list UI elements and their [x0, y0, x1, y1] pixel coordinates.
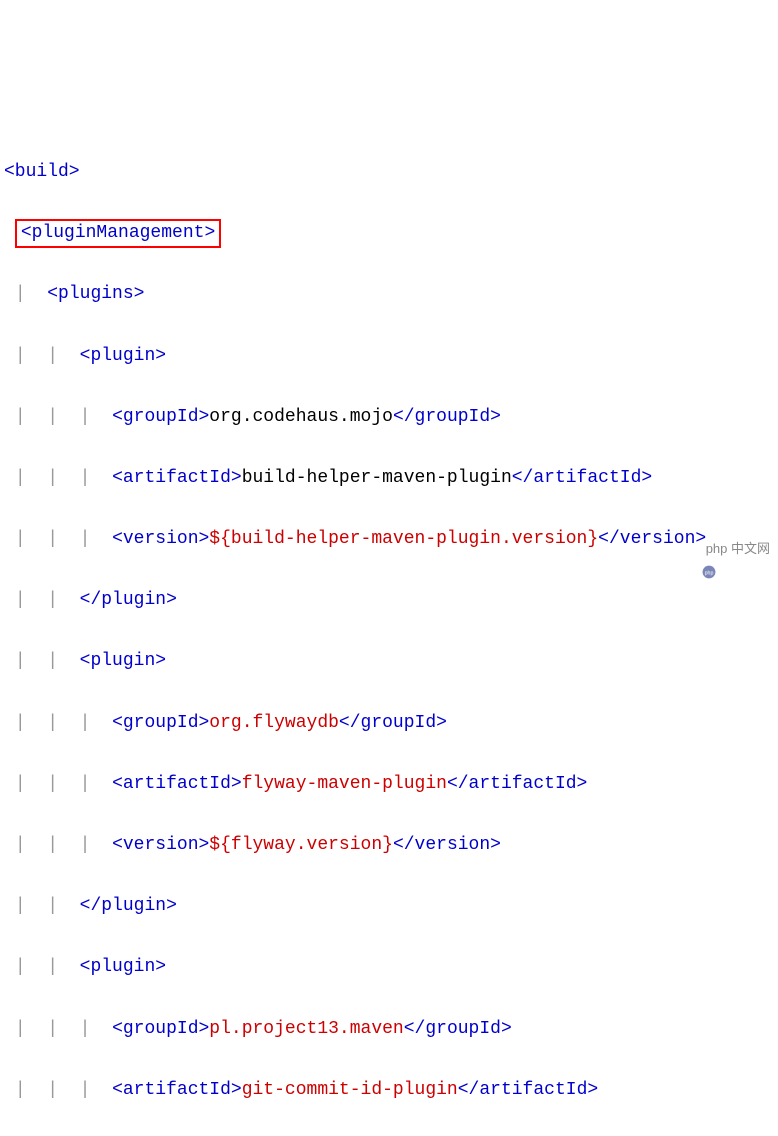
- line-plugins: | <plugins>: [4, 279, 774, 310]
- p2-version: ${flyway.version}: [209, 835, 393, 855]
- line-build-open: <build>: [4, 157, 774, 188]
- line-plugin2-close: | | </plugin>: [4, 891, 774, 922]
- line-p1-groupid: | | | <groupId>org.codehaus.mojo</groupI…: [4, 402, 774, 433]
- line-p1-version: | | | <version>${build-helper-maven-plug…: [4, 524, 774, 555]
- p2-artifactid: flyway-maven-plugin: [242, 774, 447, 794]
- php-logo-icon: php: [688, 542, 702, 556]
- p2-groupid: org.flywaydb: [209, 713, 339, 733]
- tag-plugin-close: </plugin>: [80, 590, 177, 610]
- tag-plugins: <plugins>: [47, 284, 144, 304]
- line-plugin3-open: | | <plugin>: [4, 952, 774, 983]
- watermark-text: php 中文网: [706, 538, 770, 560]
- line-plugin1-close: | | </plugin>: [4, 585, 774, 616]
- line-p2-groupid: | | | <groupId>org.flywaydb</groupId>: [4, 708, 774, 739]
- line-p3-artifactid: | | | <artifactId>git-commit-id-plugin</…: [4, 1075, 774, 1106]
- highlight-pluginmanagement: <pluginManagement>: [15, 219, 221, 248]
- line-p3-groupid: | | | <groupId>pl.project13.maven</group…: [4, 1014, 774, 1045]
- p1-version: ${build-helper-maven-plugin.version}: [209, 529, 598, 549]
- p3-groupid: pl.project13.maven: [209, 1019, 403, 1039]
- line-p1-artifactid: | | | <artifactId>build-helper-maven-plu…: [4, 463, 774, 494]
- line-p2-version: | | | <version>${flyway.version}</versio…: [4, 830, 774, 861]
- watermark: php php 中文网: [688, 538, 770, 560]
- line-plugin1-open: | | <plugin>: [4, 341, 774, 372]
- tag-pluginmanagement: <pluginManagement>: [21, 223, 215, 243]
- tag-plugin-open: <plugin>: [80, 346, 166, 366]
- line-plugin2-open: | | <plugin>: [4, 646, 774, 677]
- p1-artifactid: build-helper-maven-plugin: [242, 468, 512, 488]
- p3-artifactid: git-commit-id-plugin: [242, 1080, 458, 1100]
- line-pluginmanagement: <pluginManagement>: [4, 218, 774, 249]
- code-block: <build> <pluginManagement> | <plugins> |…: [4, 126, 774, 1136]
- line-p2-artifactid: | | | <artifactId>flyway-maven-plugin</a…: [4, 769, 774, 800]
- tag-build: <build>: [4, 162, 80, 182]
- p1-groupid: org.codehaus.mojo: [209, 407, 393, 427]
